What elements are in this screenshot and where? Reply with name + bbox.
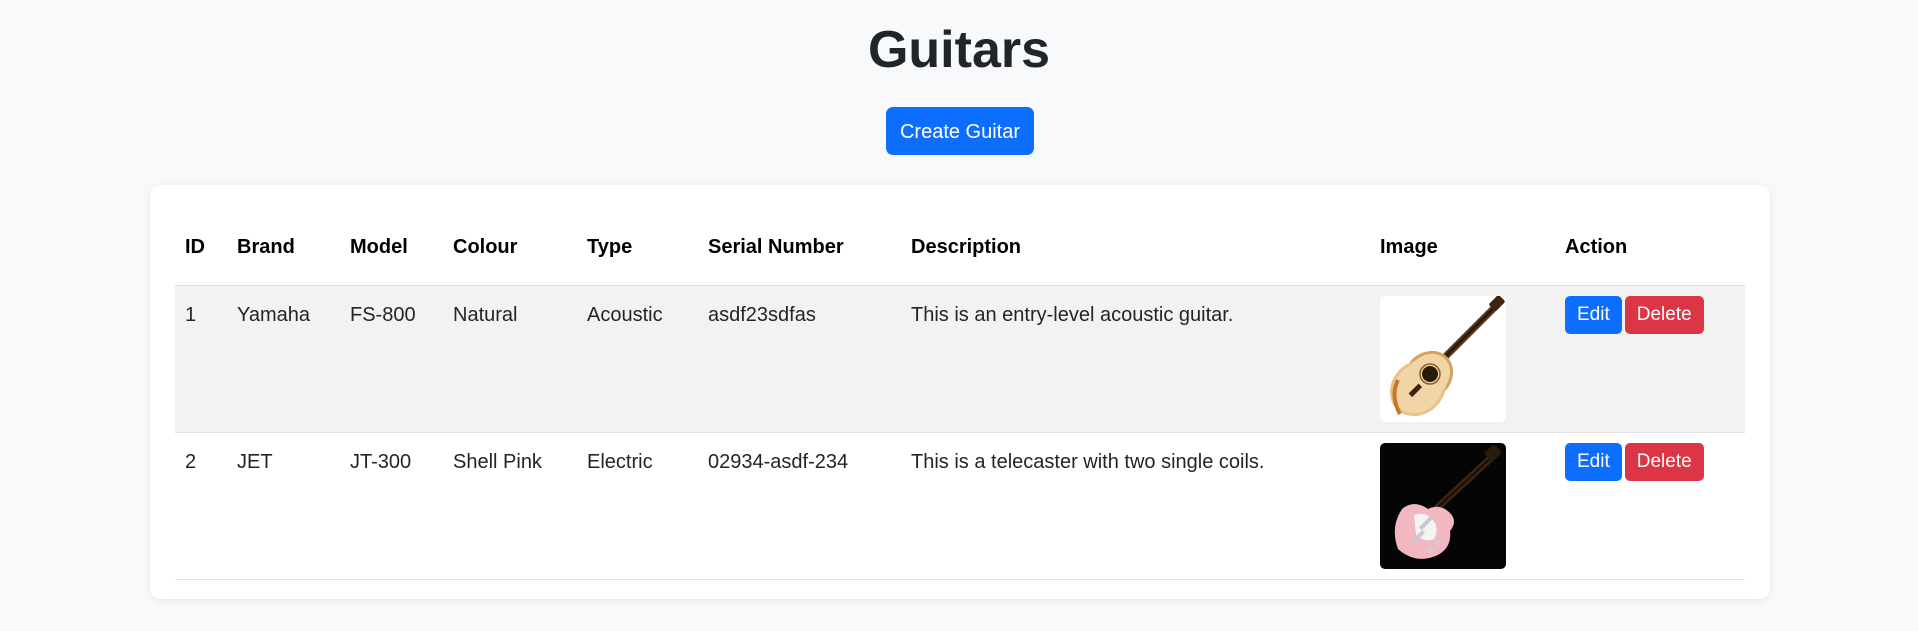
cell-image — [1370, 285, 1555, 433]
cell-id-text: 1 — [185, 304, 197, 326]
cell-type-text: Electric — [587, 451, 653, 473]
cell-description: This is an entry-level acoustic guitar. — [901, 285, 1370, 433]
electric-guitar-image — [1380, 443, 1506, 569]
create-guitar-button[interactable]: Create Guitar — [886, 107, 1034, 155]
table-row: 2 JET JT-300 Shell Pink Electric 02934-a… — [175, 432, 1745, 580]
delete-button[interactable]: Delete — [1624, 443, 1704, 481]
page-title: Guitars — [867, 21, 1051, 79]
cell-brand: JET — [227, 432, 340, 580]
cell-colour: Shell Pink — [443, 432, 577, 580]
edit-button[interactable]: Edit — [1565, 296, 1622, 334]
page: Guitars Create Guitar ID Brand Model Col… — [0, 0, 1918, 631]
guitar-table-card: ID Brand Model Colour Type Serial Number… — [150, 185, 1770, 599]
cell-id: 1 — [175, 285, 227, 433]
cell-description-text: This is a telecaster with two single coi… — [911, 451, 1265, 473]
column-header-type: Type — [577, 210, 698, 286]
cell-image — [1370, 432, 1555, 580]
cell-type: Electric — [577, 432, 698, 580]
column-header-brand: Brand — [227, 210, 340, 286]
column-header-description: Description — [901, 210, 1370, 286]
cell-brand-text: Yamaha — [237, 304, 311, 326]
column-header-image: Image — [1370, 210, 1555, 286]
edit-button[interactable]: Edit — [1565, 443, 1622, 481]
cell-serial-number: 02934-asdf-234 — [698, 432, 901, 580]
delete-button[interactable]: Delete — [1624, 296, 1704, 334]
column-header-id: ID — [175, 210, 227, 286]
cell-colour-text: Shell Pink — [453, 451, 542, 473]
cell-model: JT-300 — [340, 432, 443, 580]
cell-serial-text: 02934-asdf-234 — [708, 451, 849, 473]
cell-brand-text: JET — [237, 451, 273, 473]
column-header-serial-number: Serial Number — [698, 210, 901, 286]
cell-serial-number: asdf23sdfas — [698, 285, 901, 433]
acoustic-guitar-image — [1380, 296, 1506, 422]
column-header-action: Action — [1555, 210, 1745, 286]
cell-action: Edit Delete — [1555, 432, 1745, 580]
cell-model-text: FS-800 — [350, 304, 416, 326]
table-header-row: ID Brand Model Colour Type Serial Number… — [175, 210, 1745, 286]
cell-action: Edit Delete — [1555, 285, 1745, 433]
cell-type: Acoustic — [577, 285, 698, 433]
cell-description: This is a telecaster with two single coi… — [901, 432, 1370, 580]
cell-model: FS-800 — [340, 285, 443, 433]
cell-serial-text: asdf23sdfas — [708, 304, 816, 326]
cell-id: 2 — [175, 432, 227, 580]
column-header-colour: Colour — [443, 210, 577, 286]
column-header-model: Model — [340, 210, 443, 286]
cell-type-text: Acoustic — [587, 304, 663, 326]
cell-model-text: JT-300 — [350, 451, 412, 473]
guitar-table: ID Brand Model Colour Type Serial Number… — [175, 210, 1745, 580]
cell-id-text: 2 — [185, 451, 197, 473]
cell-description-text: This is an entry-level acoustic guitar. — [911, 304, 1234, 326]
table-row: 1 Yamaha FS-800 Natural Acoustic asdf23s… — [175, 285, 1745, 433]
cell-brand: Yamaha — [227, 285, 340, 433]
cell-colour-text: Natural — [453, 304, 518, 326]
cell-colour: Natural — [443, 285, 577, 433]
